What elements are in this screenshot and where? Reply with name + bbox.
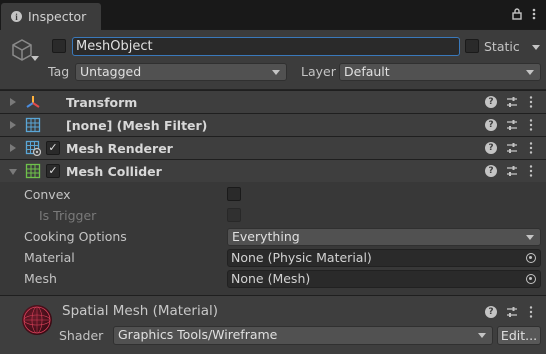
presets-icon[interactable]	[506, 305, 518, 319]
cooking-options-dropdown[interactable]: Everything	[227, 228, 541, 246]
material-value: None (Physic Material)	[231, 250, 372, 265]
mesh-label: Mesh	[24, 271, 57, 286]
object-name-field[interactable]: MeshObject	[72, 37, 460, 56]
chevron-down-icon	[272, 70, 280, 75]
component-title: Transform	[66, 95, 138, 110]
object-picker-icon[interactable]	[526, 274, 536, 284]
mesh-value: None (Mesh)	[231, 271, 311, 286]
component-mesh-collider[interactable]: ✓ Mesh Collider ?	[0, 159, 546, 182]
component-title: [none] (Mesh Filter)	[66, 118, 208, 133]
active-checkbox[interactable]	[52, 39, 66, 53]
foldout-collapsed-icon[interactable]	[10, 144, 16, 152]
chevron-down-icon	[526, 235, 534, 240]
tag-label: Tag	[48, 64, 70, 79]
layer-dropdown[interactable]: Default	[339, 63, 541, 81]
chevron-down-icon	[478, 333, 486, 338]
cooking-options-value: Everything	[232, 229, 300, 244]
info-icon: i	[11, 11, 22, 22]
icon-dropdown-arrow-icon[interactable]	[31, 56, 39, 61]
material-title: Spatial Mesh (Material)	[62, 303, 218, 319]
foldout-expanded-icon[interactable]	[9, 169, 17, 175]
help-icon[interactable]: ?	[485, 165, 497, 177]
shader-dropdown[interactable]: Graphics Tools/Wireframe	[113, 326, 493, 345]
object-picker-icon[interactable]	[526, 253, 536, 263]
static-checkbox[interactable]	[465, 39, 479, 53]
presets-icon[interactable]	[506, 95, 518, 109]
shader-label: Shader	[59, 328, 104, 343]
edit-shader-button[interactable]: Edit...	[497, 326, 541, 345]
is-trigger-label: Is Trigger	[39, 208, 97, 223]
mesh-filter-icon	[25, 117, 41, 133]
kebab-menu-icon[interactable]	[529, 305, 533, 319]
presets-icon[interactable]	[506, 141, 518, 155]
kebab-menu-icon[interactable]	[529, 118, 533, 132]
tab-controls	[512, 8, 536, 20]
help-icon[interactable]: ?	[485, 119, 497, 131]
enabled-checkbox[interactable]: ✓	[46, 164, 60, 178]
convex-checkbox[interactable]	[227, 187, 241, 201]
layer-value: Default	[344, 64, 390, 79]
component-mesh-filter[interactable]: [none] (Mesh Filter) ?	[0, 113, 546, 136]
material-object-field[interactable]: None (Physic Material)	[227, 249, 541, 267]
foldout-collapsed-icon[interactable]	[10, 121, 16, 129]
static-label: Static	[484, 39, 520, 54]
enabled-checkbox[interactable]: ✓	[46, 141, 60, 155]
material-label: Material	[24, 250, 75, 265]
help-icon[interactable]: ?	[485, 142, 497, 154]
kebab-menu-icon[interactable]	[532, 8, 536, 20]
presets-icon[interactable]	[506, 118, 518, 132]
convex-label: Convex	[24, 187, 71, 202]
gameobject-cube-icon[interactable]	[11, 38, 33, 62]
help-icon[interactable]: ?	[485, 96, 497, 108]
wireframe-icon	[23, 306, 51, 334]
component-transform[interactable]: Transform ?	[0, 90, 546, 113]
shader-value: Graphics Tools/Wireframe	[118, 327, 278, 342]
material-preview-sphere-icon	[22, 305, 52, 335]
chevron-down-icon	[526, 70, 534, 75]
foldout-collapsed-icon[interactable]	[10, 98, 16, 106]
transform-icon	[26, 96, 40, 108]
mesh-renderer-icon	[25, 140, 41, 156]
tab-inspector-label: Inspector	[28, 9, 87, 24]
lock-icon[interactable]	[512, 8, 522, 20]
kebab-menu-icon[interactable]	[529, 141, 533, 155]
tab-inspector[interactable]: i Inspector	[1, 3, 101, 30]
is-trigger-checkbox	[227, 208, 241, 222]
mesh-collider-icon	[25, 163, 41, 179]
kebab-menu-icon[interactable]	[529, 95, 533, 109]
presets-icon[interactable]	[506, 164, 518, 178]
static-dropdown-arrow-icon[interactable]	[532, 45, 540, 50]
tag-value: Untagged	[80, 64, 142, 79]
component-title: Mesh Renderer	[66, 141, 173, 156]
help-icon[interactable]: ?	[485, 306, 497, 318]
component-title: Mesh Collider	[66, 164, 162, 179]
component-mesh-renderer[interactable]: ✓ Mesh Renderer ?	[0, 136, 546, 159]
cooking-options-label: Cooking Options	[24, 229, 127, 244]
mesh-object-field[interactable]: None (Mesh)	[227, 270, 541, 288]
tag-dropdown[interactable]: Untagged	[75, 63, 287, 81]
layer-label: Layer	[301, 64, 336, 79]
kebab-menu-icon[interactable]	[529, 164, 533, 178]
